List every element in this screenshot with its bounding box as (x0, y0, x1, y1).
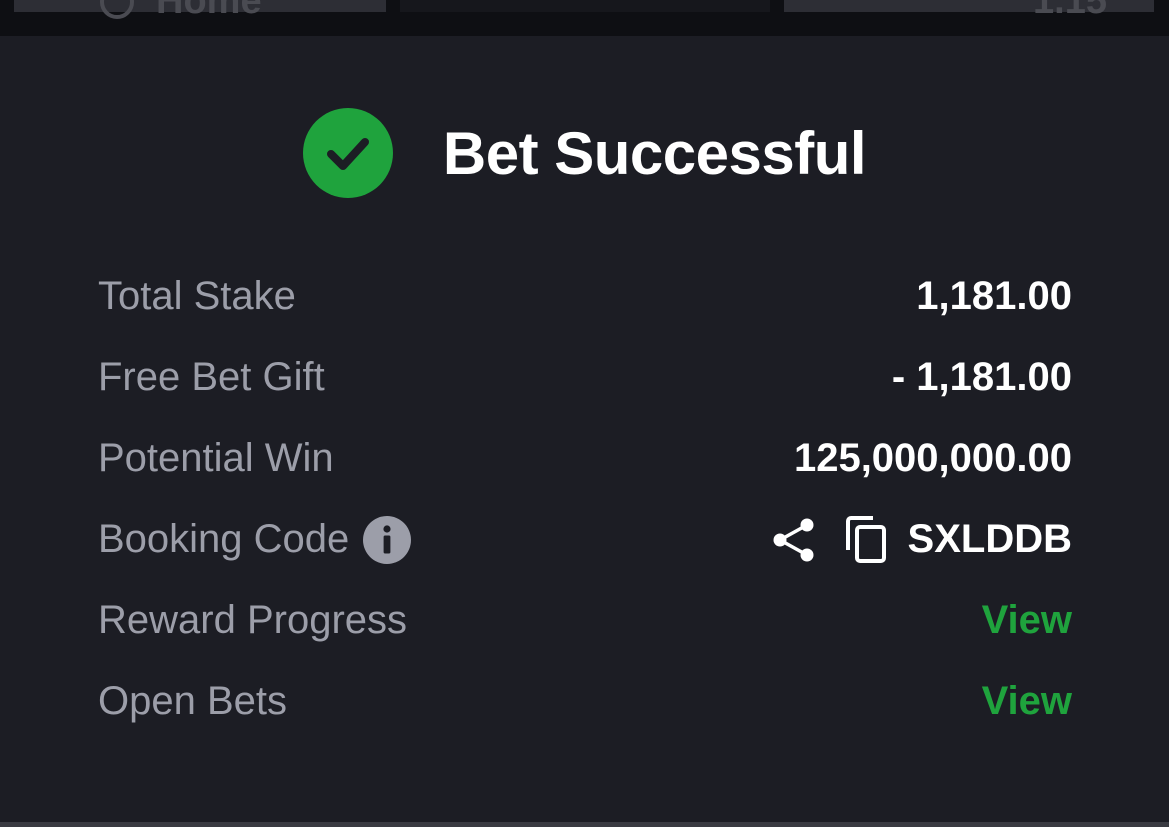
open-bets-label: Open Bets (98, 679, 288, 723)
home-label: Home (156, 0, 262, 22)
top-tab-middle[interactable] (400, 0, 770, 12)
open-bets-row: Open Bets View (98, 661, 1072, 742)
free-bet-gift-value: - 1,181.00 (891, 355, 1072, 399)
booking-code-value: SXLDDB (907, 517, 1072, 561)
total-stake-label: Total Stake (98, 274, 296, 318)
bet-confirmation-panel: Home 1.15 Bet Successful Total Stake 1,1… (0, 0, 1169, 827)
free-bet-gift-row: Free Bet Gift - 1,181.00 (98, 337, 1072, 418)
open-bets-view-link[interactable]: View (982, 679, 1072, 724)
reward-progress-view-link[interactable]: View (982, 598, 1072, 643)
home-nav-item[interactable]: Home (100, 0, 262, 23)
copy-icon[interactable] (844, 515, 888, 564)
bottom-divider (0, 822, 1169, 827)
reward-progress-label: Reward Progress (98, 598, 408, 642)
booking-code-label-group: Booking Code (98, 515, 412, 564)
total-stake-row: Total Stake 1,181.00 (98, 256, 1072, 337)
booking-code-value-group: SXLDDB (772, 515, 1072, 564)
share-icon[interactable] (772, 517, 816, 563)
reward-progress-row: Reward Progress View (98, 580, 1072, 661)
total-stake-value: 1,181.00 (916, 274, 1072, 318)
potential-win-value: 125,000,000.00 (793, 436, 1072, 480)
page-title: Bet Successful (442, 119, 867, 187)
home-icon (100, 0, 134, 19)
potential-win-row: Potential Win 125,000,000.00 (98, 418, 1072, 499)
free-bet-gift-label: Free Bet Gift (98, 355, 325, 399)
potential-win-label: Potential Win (98, 436, 334, 480)
check-circle-icon (302, 108, 393, 198)
info-icon[interactable] (363, 515, 412, 564)
success-header: Bet Successful (0, 106, 1169, 200)
booking-code-row: Booking Code SXLDDB (98, 499, 1072, 580)
top-navigation-strip: Home 1.15 (0, 0, 1169, 36)
bet-summary-list: Total Stake 1,181.00 Free Bet Gift - 1,1… (98, 256, 1072, 742)
odds-value: 1.15 (1033, 0, 1107, 22)
booking-code-label: Booking Code (98, 517, 350, 561)
